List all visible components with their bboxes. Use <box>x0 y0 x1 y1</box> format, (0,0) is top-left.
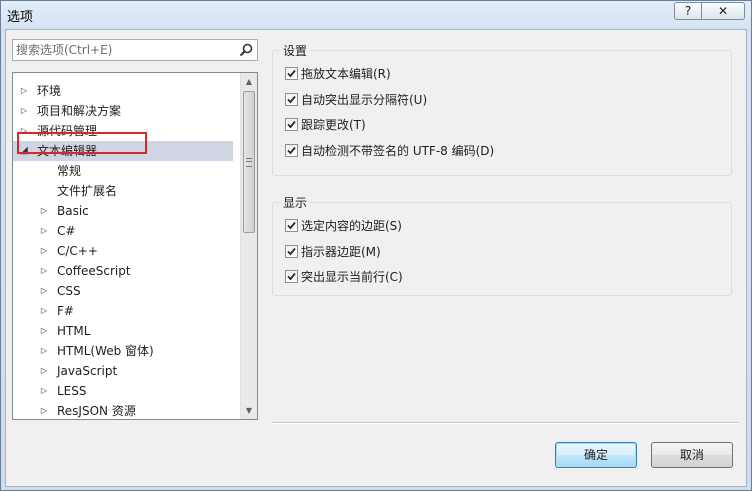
collapsed-arrow-icon[interactable]: ▷ <box>39 201 49 221</box>
tree-item-label: JavaScript <box>57 364 118 378</box>
tree-item-label: CSS <box>57 284 81 298</box>
checkbox[interactable] <box>285 67 298 80</box>
tree-item[interactable]: ▷ JavaScript <box>13 361 233 381</box>
tree-item[interactable]: ▷ HTML <box>13 321 233 341</box>
checkbox[interactable] <box>285 93 298 106</box>
collapsed-arrow-icon[interactable]: ▷ <box>19 101 29 121</box>
option-label: 指示器边距(M) <box>301 245 381 259</box>
checkbox[interactable] <box>285 219 298 232</box>
ok-button[interactable]: 确定 <box>555 442 637 468</box>
dialog-body: ▷环境▷项目和解决方案▷源代码管理◢文本编辑器常规文件扩展名▷Basic▷C#▷… <box>5 29 747 487</box>
tree-scrollbar[interactable]: ▲ ▼ <box>240 73 257 419</box>
settings-group-title: 设置 <box>281 42 310 59</box>
collapsed-arrow-icon[interactable]: ▷ <box>39 261 49 281</box>
display-group-title: 显示 <box>281 194 310 211</box>
tree-item-label: 源代码管理 <box>37 124 98 138</box>
divider <box>272 422 738 424</box>
collapsed-arrow-icon[interactable]: ▷ <box>39 341 49 361</box>
option-label: 跟踪更改(T) <box>301 118 366 132</box>
tree-item-label: Basic <box>57 204 89 218</box>
tree-item-label: 项目和解决方案 <box>37 104 122 118</box>
tree-item[interactable]: ▷ CoffeeScript <box>13 261 233 281</box>
collapsed-arrow-icon[interactable]: ▷ <box>39 241 49 261</box>
collapsed-arrow-icon[interactable]: ▷ <box>39 361 49 381</box>
tree-item[interactable]: ▷ Basic <box>13 201 233 221</box>
collapsed-arrow-icon[interactable]: ▷ <box>39 381 49 401</box>
collapsed-arrow-icon[interactable]: ▷ <box>19 81 29 101</box>
checkbox[interactable] <box>285 118 298 131</box>
tree-item[interactable]: ▷ CSS <box>13 281 233 301</box>
scrollbar-thumb[interactable] <box>243 91 255 233</box>
tree-item[interactable]: ▷ ResJSON 资源 <box>13 401 233 419</box>
tree-item-label: ResJSON 资源 <box>57 404 136 418</box>
tree-item-label: LESS <box>57 384 87 398</box>
tree-item[interactable]: ▷ C# <box>13 221 233 241</box>
collapsed-arrow-icon[interactable]: ▷ <box>19 121 29 141</box>
search-icon[interactable] <box>238 42 254 58</box>
tree-item[interactable]: ▷ LESS <box>13 381 233 401</box>
tree-item-label: 文件扩展名 <box>57 184 118 198</box>
checkmark-icon <box>287 95 296 104</box>
collapsed-arrow-icon[interactable]: ▷ <box>39 401 49 419</box>
tree-item[interactable]: ◢ 文本编辑器 <box>13 141 233 161</box>
search-box <box>12 39 258 61</box>
display-group: 显示 选定内容的边距(S) 指示器边距(M) 突出显示当前行(C) <box>272 194 732 296</box>
help-button[interactable]: ? <box>674 2 702 20</box>
collapsed-arrow-icon[interactable]: ▷ <box>39 221 49 241</box>
tree-item-label: 常规 <box>57 164 82 178</box>
tree-item[interactable]: ▷ HTML(Web 窗体) <box>13 341 233 361</box>
collapsed-arrow-icon[interactable]: ▷ <box>39 301 49 321</box>
search-input[interactable] <box>16 42 230 58</box>
tree-item-label: 环境 <box>37 84 62 98</box>
checkmark-icon <box>287 120 296 129</box>
collapsed-arrow-icon[interactable]: ▷ <box>39 321 49 341</box>
tree-item-label: HTML <box>57 324 91 338</box>
checkbox[interactable] <box>285 270 298 283</box>
checkmark-icon <box>287 272 296 281</box>
title-bar[interactable]: 选项 ? ✕ <box>1 1 751 29</box>
checkmark-icon <box>287 69 296 78</box>
tree-item[interactable]: ▷ 环境 <box>13 81 233 101</box>
tree-item[interactable]: 文件扩展名 <box>13 181 233 201</box>
checkbox[interactable] <box>285 245 298 258</box>
tree-item-label: C# <box>57 224 76 238</box>
window-title: 选项 <box>7 10 34 25</box>
tree-item-label: CoffeeScript <box>57 264 131 278</box>
checkmark-icon <box>287 221 296 230</box>
option-label: 突出显示当前行(C) <box>301 270 403 284</box>
tree-item-label: C/C++ <box>57 244 98 258</box>
tree-item[interactable]: ▷ 源代码管理 <box>13 121 233 141</box>
tree-item-label: 文本编辑器 <box>37 144 98 158</box>
collapsed-arrow-icon[interactable]: ▷ <box>39 281 49 301</box>
tree-item-label: HTML(Web 窗体) <box>57 344 154 358</box>
options-dialog: 选项 ? ✕ ▷ 环境 ▷ 项目和解决方案 ▷ 源代码管理 ◢ 文本编辑器常规文件扩展名 ▷ Ba… <box>0 0 752 491</box>
tree-item-label: F# <box>57 304 74 318</box>
scroll-down-icon[interactable]: ▼ <box>241 402 257 419</box>
scroll-up-icon[interactable]: ▲ <box>241 73 257 90</box>
option-label: 自动突出显示分隔符(U) <box>301 93 428 107</box>
options-tree: ▷ 环境 ▷ 项目和解决方案 ▷ 源代码管理 ◢ 文本编辑器 常规 文件扩展名 ▷ Basic ▷ C# ▷… <box>12 72 258 420</box>
tree-item[interactable]: ▷ 项目和解决方案 <box>13 101 233 121</box>
checkmark-icon <box>287 146 296 155</box>
cancel-button[interactable]: 取消 <box>651 442 733 468</box>
grip-icon <box>246 158 252 167</box>
checkbox[interactable] <box>285 144 298 157</box>
tree-item[interactable]: ▷ C/C++ <box>13 241 233 261</box>
tree-item[interactable]: 常规 <box>13 161 233 181</box>
option-label: 选定内容的边距(S) <box>301 219 402 233</box>
expanded-arrow-icon[interactable]: ◢ <box>19 141 29 161</box>
tree-item[interactable]: ▷ F# <box>13 301 233 321</box>
option-label: 自动检测不带签名的 UTF-8 编码(D) <box>301 144 495 158</box>
checkmark-icon <box>287 247 296 256</box>
settings-group: 设置 拖放文本编辑(R) 自动突出显示分隔符(U) 跟踪更改(T) 自动检测不带签名的… <box>272 42 732 176</box>
option-label: 拖放文本编辑(R) <box>301 67 391 81</box>
close-button[interactable]: ✕ <box>701 2 745 20</box>
